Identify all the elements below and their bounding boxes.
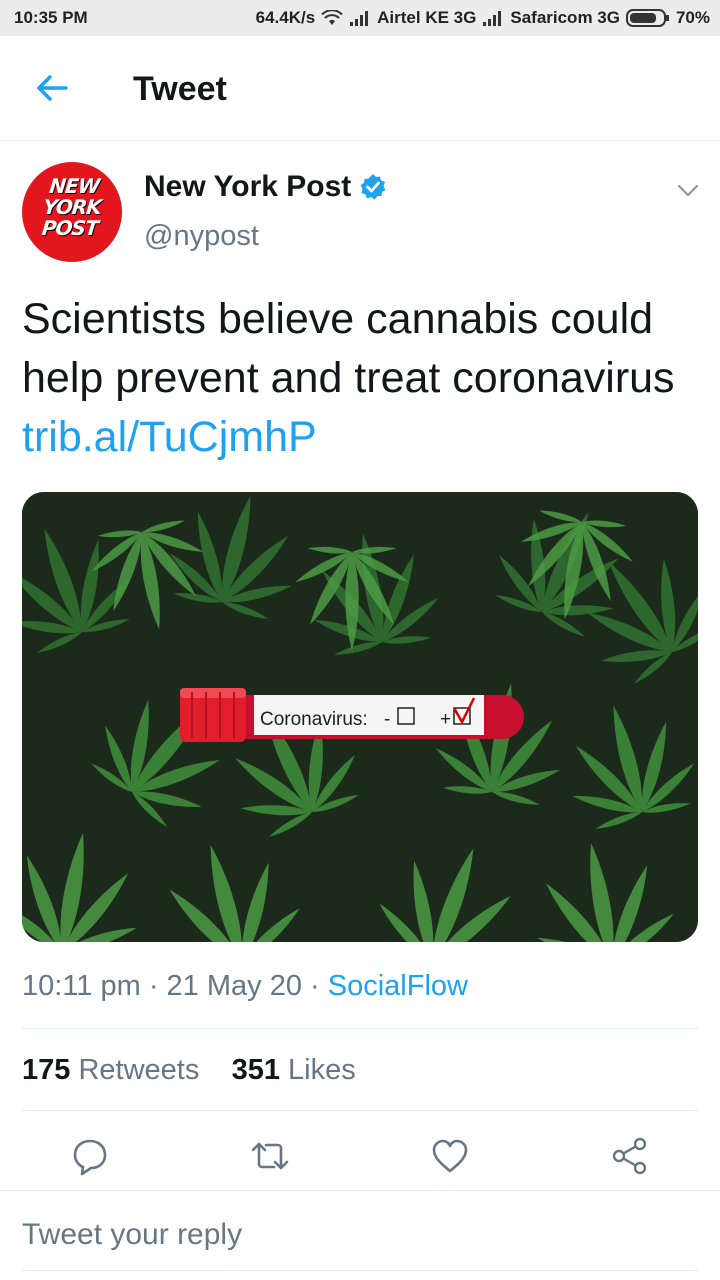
carrier-1: Airtel KE 3G [377, 8, 477, 27]
divider [22, 1028, 698, 1029]
tweet-text: Scientists believe cannabis could help p… [22, 290, 702, 467]
reply-input[interactable]: Tweet your reply [22, 1218, 242, 1252]
tweet-time: 10:11 pm [22, 970, 141, 1002]
divider [0, 1190, 720, 1191]
likes-stat[interactable]: 351 Likes [232, 1054, 356, 1086]
tube-negative: - [384, 709, 390, 730]
reply-icon[interactable] [70, 1136, 110, 1176]
tweet-stats: 175 Retweets 351 Likes [22, 1054, 356, 1087]
verified-badge-icon [360, 174, 386, 200]
wifi-icon [321, 10, 343, 25]
media-image: Coronavirus: - + [22, 492, 698, 942]
tweet-meta: 10:11 pm · 21 May 20 · SocialFlow [22, 970, 468, 1003]
avatar-logo: NEW YORK POST [40, 174, 103, 240]
tweet-media[interactable]: Coronavirus: - + [22, 492, 698, 942]
tweet-date: 21 May 20 [166, 970, 302, 1002]
network-speed: 64.4K/s [255, 8, 316, 27]
divider [22, 1110, 698, 1111]
battery-level: 70% [675, 8, 710, 27]
author-name-text: New York Post [144, 170, 352, 203]
retweets-count: 175 [22, 1054, 71, 1086]
page-title: Tweet [133, 70, 227, 108]
status-bar: 10:35 PM 64.4K/s Airtel KE 3G Safaricom … [0, 0, 720, 36]
retweets-label: Retweets [78, 1054, 200, 1086]
chevron-down-icon[interactable] [676, 178, 700, 202]
divider [22, 1270, 698, 1271]
signal-icon [350, 11, 369, 26]
tweet-link[interactable]: trib.al/TuCjmhP [22, 413, 317, 461]
status-right: 64.4K/s Airtel KE 3G Safaricom 3G 70% [256, 8, 710, 28]
likes-label: Likes [288, 1054, 356, 1086]
back-arrow-icon[interactable] [32, 68, 72, 108]
retweet-icon[interactable] [250, 1136, 290, 1176]
author-handle[interactable]: @nypost [144, 220, 259, 253]
status-time: 10:35 PM [14, 8, 88, 27]
likes-count: 351 [231, 1054, 280, 1086]
meta-separator-2: · [310, 970, 328, 1002]
tube-label: Coronavirus: [260, 709, 368, 730]
retweets-stat[interactable]: 175 Retweets [22, 1054, 199, 1086]
signal-icon-2 [483, 11, 502, 26]
tweet-body: Scientists believe cannabis could help p… [22, 295, 675, 402]
share-icon[interactable] [610, 1136, 650, 1176]
battery-icon [625, 9, 669, 27]
action-bar [0, 1120, 720, 1190]
author-name[interactable]: New York Post [144, 170, 387, 204]
carrier-2: Safaricom 3G [510, 8, 620, 27]
tweet-source[interactable]: SocialFlow [328, 970, 468, 1002]
heart-icon[interactable] [430, 1136, 470, 1176]
app-bar: Tweet [0, 36, 720, 141]
meta-separator: · [148, 970, 167, 1002]
tube-positive: + [440, 709, 451, 730]
avatar[interactable]: NEW YORK POST [22, 162, 122, 262]
